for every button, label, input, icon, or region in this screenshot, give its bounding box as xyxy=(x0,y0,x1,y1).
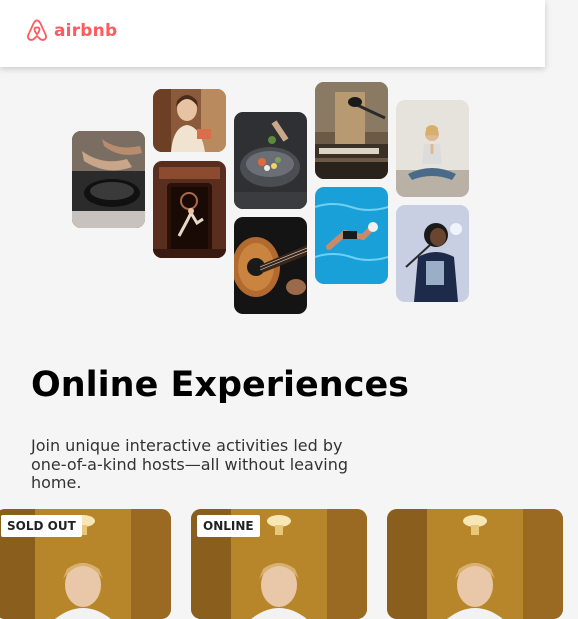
food-bowl-photo xyxy=(234,112,307,209)
host-portrait-photo xyxy=(153,89,226,152)
swimmer-photo xyxy=(315,187,388,284)
singer-photo xyxy=(396,205,469,302)
status-badge: ONLINE xyxy=(197,515,260,537)
airbnb-logo-icon xyxy=(27,19,47,41)
guitar-photo xyxy=(234,217,307,314)
microphone-studio-photo xyxy=(315,82,388,179)
brand-name: airbnb xyxy=(54,20,118,41)
experience-card[interactable]: ONLINE xyxy=(191,509,367,619)
page-title: Online Experiences xyxy=(31,365,410,405)
experience-card-image xyxy=(387,509,563,619)
status-badge: SOLD OUT xyxy=(1,515,82,537)
navbar: airbnb xyxy=(0,0,545,67)
yoga-photo xyxy=(396,100,469,197)
dancer-doorway-photo xyxy=(153,161,226,258)
experience-card[interactable]: SOLD OUT xyxy=(0,509,171,619)
hero-subtitle: Join unique interactive activities led b… xyxy=(31,436,349,492)
experience-card[interactable] xyxy=(387,509,563,619)
airbnb-logo[interactable]: airbnb xyxy=(24,18,117,44)
cooking-photo xyxy=(72,131,145,228)
